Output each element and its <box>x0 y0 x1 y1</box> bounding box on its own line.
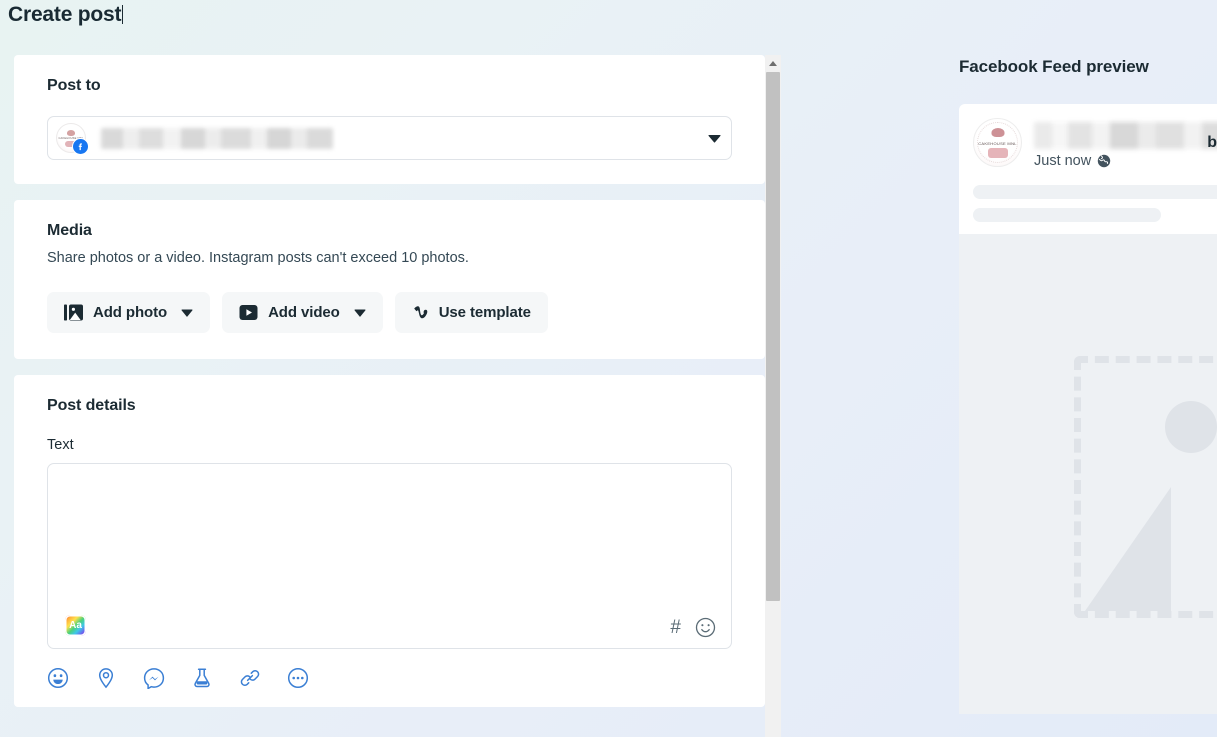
card-divider-gap <box>14 359 765 375</box>
preview-post-meta: Just now <box>1034 118 1217 169</box>
vimeo-v-icon <box>412 304 429 321</box>
add-photo-button[interactable]: Add photo <box>47 292 211 333</box>
use-template-label: Use template <box>438 304 531 321</box>
feeling-activity-icon[interactable] <box>47 667 69 689</box>
post-text-input[interactable]: Aa # <box>47 463 732 649</box>
avatar: CAKEHOUSE MNL <box>973 118 1022 167</box>
emoji-smiley-icon[interactable] <box>695 617 716 638</box>
preview-author-name-redacted <box>1034 122 1217 149</box>
preview-timestamp: Just now <box>1034 153 1092 169</box>
avatar-brand-text: CAKEHOUSE MNL <box>978 140 1017 146</box>
use-template-button[interactable]: Use template <box>394 292 548 333</box>
chevron-down-icon[interactable] <box>181 309 193 317</box>
text-cursor <box>122 5 124 24</box>
vertical-scroll-thumb[interactable] <box>766 72 780 601</box>
preview-title: Facebook Feed preview <box>959 57 1149 76</box>
aa-text-style-icon[interactable]: Aa <box>65 615 86 636</box>
editor-right-tools: # <box>670 617 716 638</box>
add-video-label: Add video <box>268 304 340 321</box>
more-options-icon[interactable] <box>287 667 309 689</box>
chevron-down-icon[interactable] <box>707 131 721 145</box>
placeholder-mountain-shape <box>1085 487 1171 611</box>
scroll-up-arrow-icon[interactable] <box>765 55 781 71</box>
photo-icon <box>64 304 83 321</box>
chevron-down-icon[interactable] <box>354 309 366 317</box>
globe-public-icon <box>1097 154 1111 168</box>
media-description: Share photos or a video. Instagram posts… <box>47 250 469 266</box>
hashtag-icon[interactable]: # <box>670 618 681 637</box>
facebook-feed-preview-panel: Facebook Feed preview CAKEHOUSE MNL Just… <box>959 55 1217 737</box>
page-title: Create post <box>8 0 124 30</box>
link-icon[interactable] <box>239 667 261 689</box>
composer-scroll-region[interactable]: Post to CAKEHOUSE MNL Media Share photos… <box>14 55 765 737</box>
image-placeholder-icon <box>1074 356 1217 618</box>
media-button-group: Add photo Add video Use template <box>47 292 732 333</box>
post-to-card: Post to CAKEHOUSE MNL <box>14 55 765 184</box>
add-video-button[interactable]: Add video <box>222 292 383 333</box>
media-card: Media Share photos or a video. Instagram… <box>14 200 765 359</box>
post-details-heading: Post details <box>47 397 136 414</box>
preview-timestamp-row: Just now <box>1034 153 1217 169</box>
facebook-badge-icon <box>72 138 89 155</box>
post-details-card: Post details Text Aa # <box>14 375 765 707</box>
account-avatar: CAKEHOUSE MNL <box>56 123 89 155</box>
messenger-icon[interactable] <box>143 667 165 689</box>
preview-author-overflow-char: b <box>1207 134 1217 151</box>
page-title-text: Create post <box>8 3 122 26</box>
preview-media-area <box>959 234 1217 714</box>
text-field-label: Text <box>47 437 74 453</box>
avatar-bow-shape <box>991 128 1004 138</box>
preview-post-card: CAKEHOUSE MNL Just now b <box>959 104 1217 714</box>
post-action-icon-row <box>47 667 732 689</box>
card-divider-gap <box>14 184 765 200</box>
placeholder-sun-shape <box>1165 401 1217 453</box>
post-to-account-select[interactable]: CAKEHOUSE MNL <box>47 116 732 160</box>
preview-body-placeholder-line <box>973 185 1217 199</box>
preview-body-placeholder-line <box>973 208 1161 222</box>
location-pin-icon[interactable] <box>95 667 117 689</box>
account-name-redacted <box>101 127 333 149</box>
preview-post-header: CAKEHOUSE MNL Just now b <box>959 104 1217 169</box>
avatar-cake-shape <box>987 148 1008 159</box>
media-heading: Media <box>47 222 92 239</box>
video-icon <box>239 304 258 321</box>
add-photo-label: Add photo <box>93 304 168 321</box>
flask-experiment-icon[interactable] <box>191 667 213 689</box>
post-to-heading: Post to <box>47 77 101 94</box>
